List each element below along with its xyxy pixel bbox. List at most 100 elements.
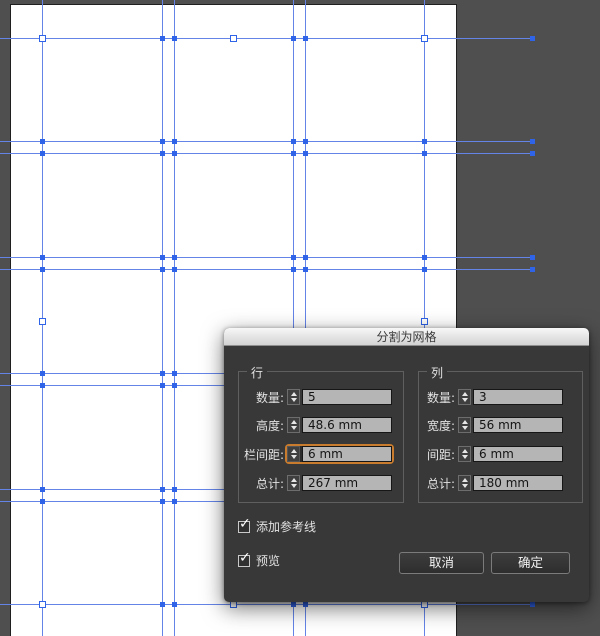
guide-anchor <box>40 255 45 260</box>
horizontal-guide[interactable] <box>0 604 532 605</box>
guide-anchor <box>530 267 535 272</box>
stepper-down-icon[interactable] <box>461 426 468 430</box>
illustrator-canvas: 分割为网格 行 数量: 5 高度: 48.6 mm 栏间距: 6 mm 总计: … <box>0 0 600 636</box>
guide-anchor <box>160 383 165 388</box>
guide-anchor <box>40 499 45 504</box>
guide-anchor <box>160 267 165 272</box>
guide-anchor <box>303 139 308 144</box>
guide-anchor <box>172 371 177 376</box>
guide-anchor <box>530 151 535 156</box>
stepper-up-icon[interactable] <box>461 420 468 424</box>
horizontal-guide[interactable] <box>0 269 532 270</box>
preview-option[interactable]: ✓ 预览 <box>238 551 280 569</box>
guide-anchor <box>40 487 45 492</box>
stepper-up-icon[interactable] <box>290 392 297 396</box>
guide-anchor <box>160 487 165 492</box>
col-width-input[interactable]: 56 mm <box>473 417 563 433</box>
guide-anchor <box>422 139 427 144</box>
stepper-down-icon[interactable] <box>290 426 297 430</box>
row-total-input[interactable]: 267 mm <box>302 475 392 491</box>
guide-anchor <box>530 139 535 144</box>
stepper-up-icon[interactable] <box>461 392 468 396</box>
stepper-down-icon[interactable] <box>290 455 297 459</box>
guide-anchor <box>530 255 535 260</box>
guide-anchor <box>172 139 177 144</box>
guide-anchor <box>172 255 177 260</box>
field-label: 间距: <box>426 447 455 462</box>
field-label: 数量: <box>426 390 455 405</box>
col-total-stepper[interactable] <box>458 475 471 491</box>
preview-checkbox[interactable]: ✓ <box>238 551 251 567</box>
guide-anchor <box>172 602 177 607</box>
horizontal-guide[interactable] <box>0 153 532 154</box>
col-gutter-input[interactable]: 6 mm <box>473 446 563 462</box>
ok-button[interactable]: 确定 <box>491 552 570 574</box>
selection-handle[interactable] <box>230 601 237 608</box>
col-gutter-stepper[interactable] <box>458 446 471 462</box>
selection-handle[interactable] <box>39 318 46 325</box>
horizontal-guide[interactable] <box>0 38 532 39</box>
stepper-down-icon[interactable] <box>461 455 468 459</box>
stepper-down-icon[interactable] <box>290 484 297 488</box>
row-height-field: 高度: 48.6 mm <box>235 417 392 433</box>
col-width-stepper[interactable] <box>458 417 471 433</box>
stepper-up-icon[interactable] <box>461 449 468 453</box>
row-height-input[interactable]: 48.6 mm <box>302 417 392 433</box>
guide-anchor <box>172 383 177 388</box>
add-guides-checkbox[interactable]: ✓ <box>238 517 251 533</box>
col-count-field: 数量: 3 <box>406 389 563 405</box>
dialog-titlebar[interactable]: 分割为网格 <box>224 328 589 346</box>
selection-handle[interactable] <box>39 35 46 42</box>
selection-handle[interactable] <box>421 601 428 608</box>
guide-anchor <box>303 255 308 260</box>
column-group-label: 列 <box>427 364 448 381</box>
stepper-down-icon[interactable] <box>461 484 468 488</box>
guide-anchor <box>303 151 308 156</box>
row-height-stepper[interactable] <box>287 417 300 433</box>
stepper-up-icon[interactable] <box>461 478 468 482</box>
row-count-input[interactable]: 5 <box>302 389 392 405</box>
add-guides-option[interactable]: ✓ 添加参考线 <box>238 517 316 535</box>
row-gutter-stepper[interactable] <box>287 446 300 462</box>
stepper-down-icon[interactable] <box>461 398 468 402</box>
stepper-up-icon[interactable] <box>290 420 297 424</box>
field-label: 宽度: <box>426 418 455 433</box>
guide-anchor <box>291 151 296 156</box>
guide-anchor <box>40 383 45 388</box>
row-gutter-input[interactable]: 6 mm <box>302 446 392 462</box>
guide-anchor <box>160 139 165 144</box>
selection-handle[interactable] <box>230 35 237 42</box>
selection-handle[interactable] <box>421 35 428 42</box>
guide-anchor <box>303 267 308 272</box>
row-count-stepper[interactable] <box>287 389 300 405</box>
cancel-button[interactable]: 取消 <box>399 552 484 574</box>
guide-anchor <box>160 151 165 156</box>
row-gutter-field: 栏间距: 6 mm <box>235 446 392 462</box>
selection-handle[interactable] <box>39 601 46 608</box>
guide-anchor <box>172 267 177 272</box>
vertical-guide[interactable] <box>162 0 163 636</box>
selection-handle[interactable] <box>421 318 428 325</box>
field-label: 高度: <box>255 418 284 433</box>
col-count-stepper[interactable] <box>458 389 471 405</box>
guide-anchor <box>530 36 535 41</box>
guide-anchor <box>40 151 45 156</box>
field-label: 数量: <box>255 390 284 405</box>
check-icon: ✓ <box>239 515 251 532</box>
horizontal-guide[interactable] <box>0 141 532 142</box>
vertical-guide[interactable] <box>174 0 175 636</box>
guide-anchor <box>40 139 45 144</box>
stepper-up-icon[interactable] <box>290 478 297 482</box>
col-count-input[interactable]: 3 <box>473 389 563 405</box>
field-label: 栏间距: <box>243 447 284 462</box>
stepper-down-icon[interactable] <box>290 398 297 402</box>
stepper-up-icon[interactable] <box>290 449 297 453</box>
col-total-input[interactable]: 180 mm <box>473 475 563 491</box>
col-width-field: 宽度: 56 mm <box>406 417 563 433</box>
row-group-label: 行 <box>247 364 268 381</box>
horizontal-guide[interactable] <box>0 257 532 258</box>
guide-anchor <box>530 602 535 607</box>
row-total-stepper[interactable] <box>287 475 300 491</box>
guide-anchor <box>303 602 308 607</box>
field-label: 总计: <box>426 476 455 491</box>
